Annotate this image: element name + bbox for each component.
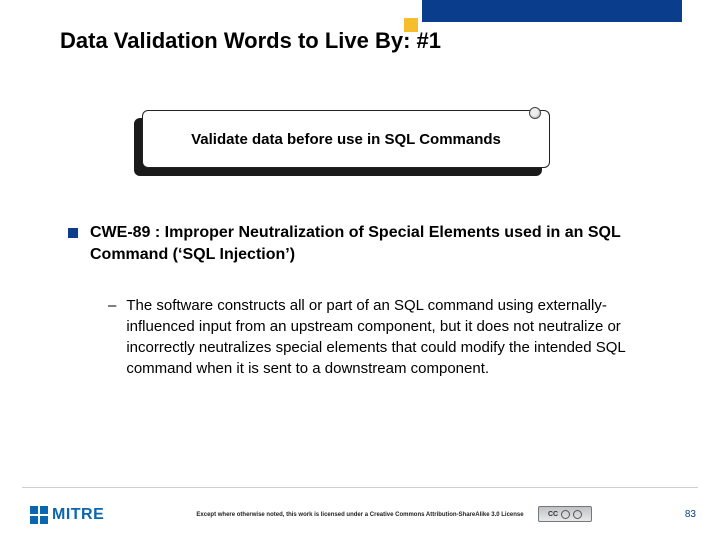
callout-front: Validate data before use in SQL Commands: [142, 110, 550, 168]
cc-label: CC: [548, 511, 558, 518]
page-number: 83: [685, 509, 696, 520]
slide-title: Data Validation Words to Live By: #1: [60, 28, 441, 54]
bullet-row: CWE-89 : Improper Neutralization of Spec…: [68, 222, 668, 265]
header-accent-bar: [422, 0, 682, 22]
dash-bullet-icon: –: [108, 295, 116, 316]
sub-bullet-text: The software constructs all or part of a…: [126, 295, 668, 379]
slide: Data Validation Words to Live By: #1 Val…: [0, 0, 720, 540]
bullet-main-text: CWE-89 : Improper Neutralization of Spec…: [90, 222, 668, 265]
callout-text: Validate data before use in SQL Commands: [191, 131, 501, 148]
cc-badge: CC: [538, 506, 592, 522]
callout-box: Validate data before use in SQL Commands: [142, 110, 550, 172]
bullet-block: CWE-89 : Improper Neutralization of Spec…: [68, 222, 668, 379]
sub-bullet-row: – The software constructs all or part of…: [108, 295, 668, 379]
sub-bullet-block: – The software constructs all or part of…: [108, 295, 668, 379]
footer-divider: [22, 487, 698, 488]
license-text: Except where otherwise noted, this work …: [0, 512, 720, 518]
scroll-knob-icon: [529, 107, 541, 119]
cc-by-icon: [561, 510, 570, 519]
square-bullet-icon: [68, 228, 78, 238]
cc-sa-icon: [573, 510, 582, 519]
